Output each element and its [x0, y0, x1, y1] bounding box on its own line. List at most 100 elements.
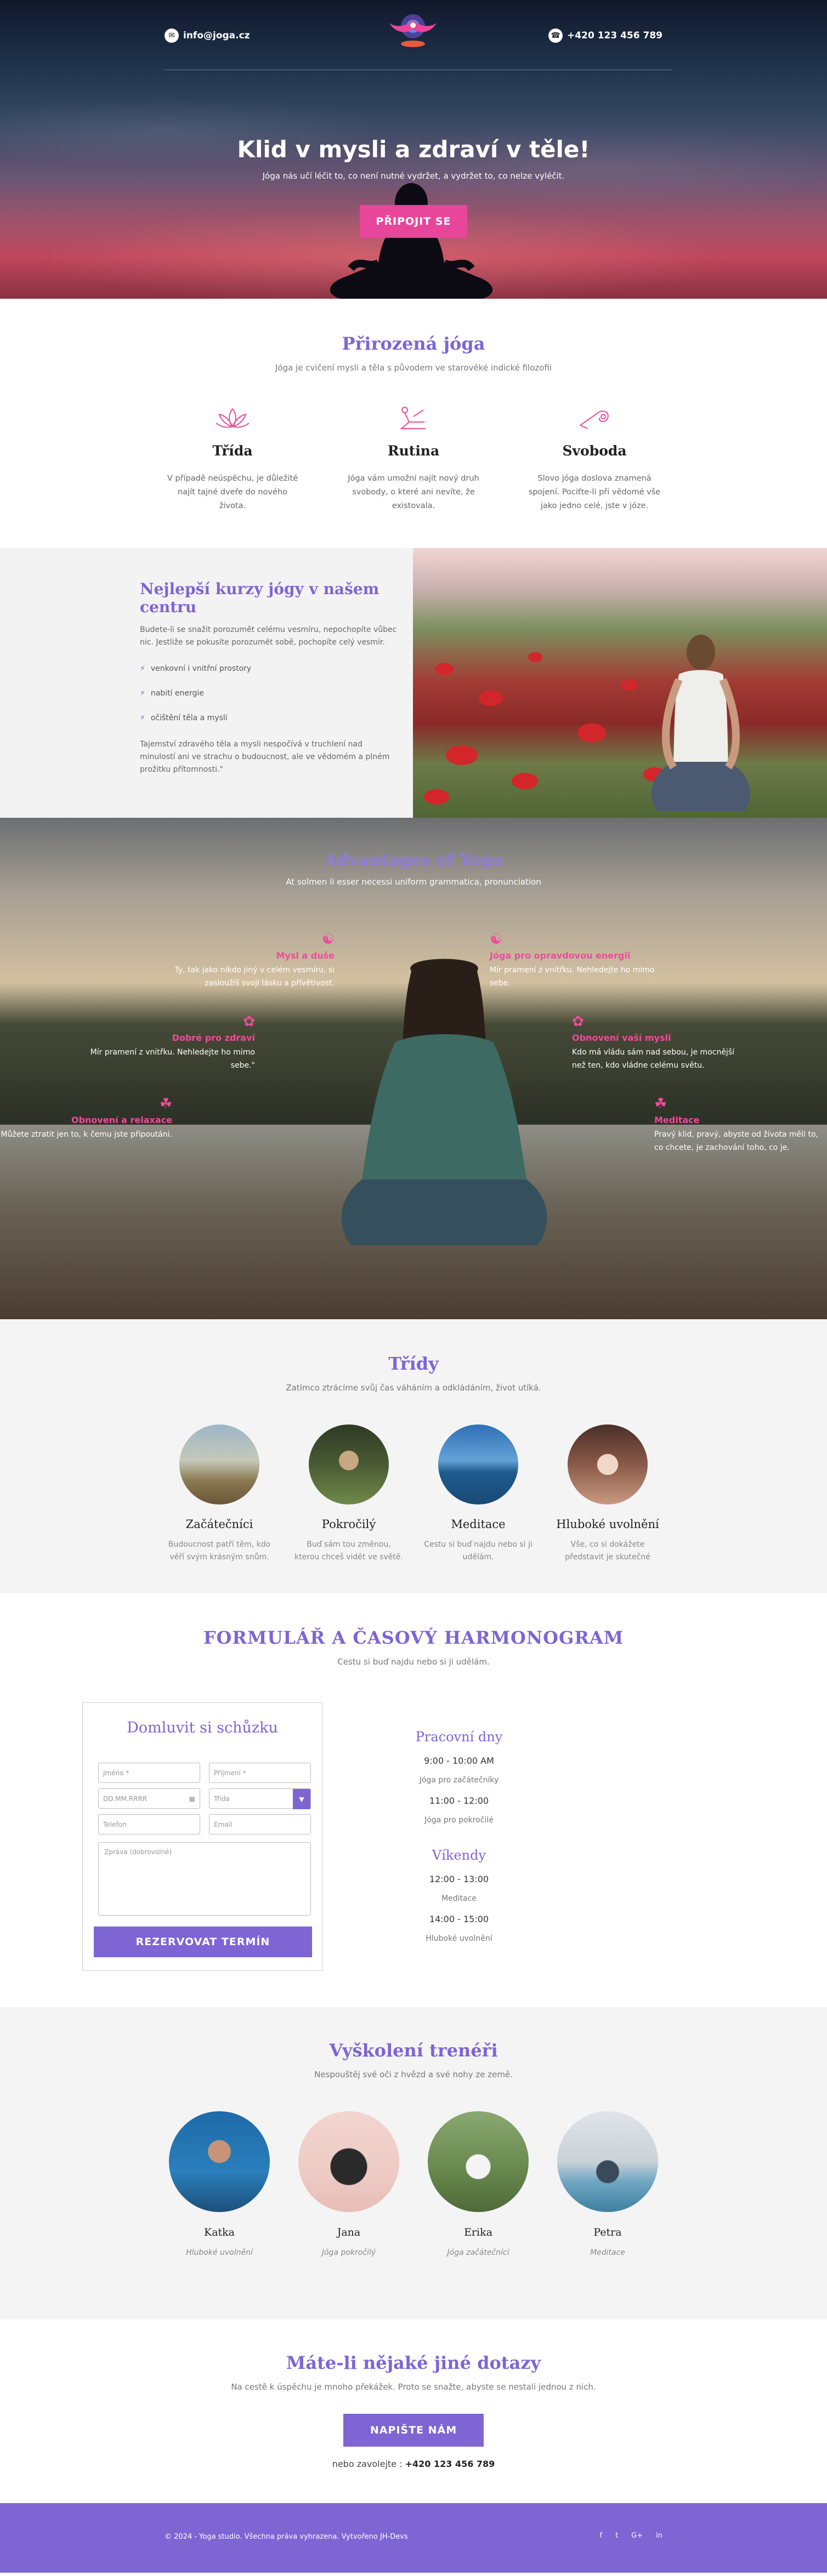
class-photo: [438, 1424, 518, 1504]
trainer-photo: [428, 2111, 529, 2212]
contact-section: Máte-li nějaké jiné dotazy Na cestě k ús…: [0, 2319, 827, 2503]
courses-title: Nejlepší kurzy jógy v našem centru: [140, 580, 379, 616]
trainer-role: Meditace: [590, 2248, 625, 2257]
email-icon: ✉: [165, 29, 179, 43]
advantages-title: Advantages of Yoga: [324, 851, 503, 870]
phone-input[interactable]: Telefon: [98, 1814, 200, 1834]
trainer-photo: [298, 2111, 399, 2212]
courses-intro: Budete-li se snažit porozumět celému ves…: [140, 625, 397, 647]
feature-title: Třída: [212, 443, 253, 459]
trainer-photo: [557, 2111, 658, 2212]
bolt-icon: ⚡: [140, 714, 145, 722]
calendar-icon[interactable]: ▦: [189, 1795, 195, 1803]
classes-subtitle: Zatímco ztrácíme svůj čas váháním a odkl…: [286, 1383, 541, 1393]
trainer-card[interactable]: Petra Meditace: [543, 2111, 672, 2257]
appointment-form: Domluvit si schůzku Jméno * Příjmení * D…: [82, 1702, 322, 1971]
social-links: f t G+ in: [599, 2532, 662, 2540]
list-item: ⚡ nabití energie: [140, 689, 204, 698]
advantage-item: ☯ Mysl a duše Ty, tak jako nikdo jiný v …: [159, 932, 335, 990]
natural-yoga-section: Přirozená jóga Jóga je cvičení mysli a t…: [0, 299, 827, 548]
trainer-role: Jóga pokročilý: [321, 2248, 376, 2257]
class-card[interactable]: Meditace Cestu si buď najdu nebo si ji u…: [414, 1424, 543, 1564]
class-photo: [568, 1424, 648, 1504]
advantage-item: ☘ Obnovení a relaxace Můžete ztratit jen…: [0, 1097, 172, 1141]
google-plus-icon[interactable]: G+: [631, 2532, 643, 2540]
twitter-icon[interactable]: t: [615, 2532, 618, 2540]
poppy-field-photo: [413, 548, 827, 818]
header-phone[interactable]: ☎ +420 123 456 789: [548, 29, 662, 43]
top-bar: ✉ info@joga.cz ☎ +420 123 456 789: [0, 0, 827, 70]
class-card[interactable]: Začátečníci Budoucnost patří těm, kdo vě…: [155, 1424, 284, 1564]
class-photo: [179, 1424, 259, 1504]
advantage-title: Mysl a duše: [276, 950, 335, 961]
class-photo: [309, 1424, 389, 1504]
email-text[interactable]: info@joga.cz: [183, 30, 250, 41]
class-text: Vše, co si dokážete představit je skuteč…: [565, 1540, 650, 1561]
natural-title: Přirozená jóga: [342, 333, 485, 354]
copyright: © 2024 - Yoga studio. Všechna práva vyhr…: [165, 2533, 408, 2541]
form-section-title: FORMULÁŘ A ČASOVÝ HARMONOGRAM: [203, 1627, 624, 1648]
classes-title: Třídy: [388, 1353, 439, 1374]
advantage-item: ☘ Meditace Pravý klid, pravý, abyste od …: [654, 1097, 819, 1154]
yoga-pose-icon: [400, 407, 426, 429]
classes-section: Třídy Zatímco ztrácíme svůj čas váháním …: [0, 1319, 827, 1593]
header-email[interactable]: ✉ info@joga.cz: [165, 29, 250, 43]
feature-item: Rutina Jóga vám umožní najít nový druh s…: [323, 404, 504, 513]
trainer-name: Jana: [337, 2226, 361, 2238]
date-input[interactable]: DD.MM.RRRR ▦: [98, 1788, 200, 1809]
advantage-text: Mír pramení z vnitřku. Nehledejte ho mim…: [90, 1048, 255, 1070]
class-card[interactable]: Hluboké uvolnění Vše, co si dokážete pře…: [543, 1424, 672, 1564]
advantage-item: ☯ Jóga pro opravdovou energii Mír pramen…: [490, 932, 665, 990]
meditating-woman: [341, 959, 547, 1245]
advantage-text: Pravý klid, pravý, abyste od života měli…: [654, 1130, 819, 1152]
feature-text: Slovo jóga doslova znamená spojení. Poci…: [528, 474, 661, 510]
join-button[interactable]: PŘIPOJIT SE: [360, 205, 467, 238]
chevron-down-icon[interactable]: ▼: [293, 1789, 310, 1809]
trainer-card[interactable]: Erika Jóga začátečníci: [414, 2111, 543, 2257]
advantage-text: Ty, tak jako nikdo jiný v celém vesmíru,…: [174, 966, 335, 988]
schedule-label: Hluboké uvolnění: [426, 1934, 492, 1943]
feature-item: Svoboda Slovo jóga doslova znamená spoje…: [504, 404, 685, 513]
hero: ✉ info@joga.cz ☎ +420 123 456 789 Klid v…: [0, 0, 827, 299]
advantage-title: Obnovení vaší mysli: [572, 1033, 671, 1043]
feature-title: Rutina: [387, 443, 440, 459]
last-name-input[interactable]: Příjmení *: [209, 1763, 311, 1783]
facebook-icon[interactable]: f: [599, 2532, 602, 2540]
lotus-icon: [216, 408, 250, 428]
contact-phone[interactable]: +420 123 456 789: [405, 2459, 495, 2469]
class-select[interactable]: Třída ▼: [209, 1788, 311, 1809]
trainer-name: Erika: [464, 2226, 492, 2238]
form-section: FORMULÁŘ A ČASOVÝ HARMONOGRAM Cestu si b…: [0, 1593, 827, 2007]
trainer-card[interactable]: Jana Jóga pokročilý: [284, 2111, 414, 2257]
feature-title: Svoboda: [562, 443, 627, 459]
email-input[interactable]: Email: [209, 1814, 311, 1834]
write-us-button[interactable]: NAPIŠTE NÁM: [343, 2414, 484, 2447]
advantages-subtitle: At solmen li esser necessi uniform gramm…: [286, 877, 541, 887]
first-name-input[interactable]: Jméno *: [98, 1763, 200, 1783]
phone-icon: ☎: [548, 29, 563, 43]
courses-section: Nejlepší kurzy jógy v našem centru Budet…: [0, 548, 827, 818]
linkedin-icon[interactable]: in: [656, 2532, 662, 2540]
submit-button[interactable]: REZERVOVAT TERMÍN: [94, 1927, 312, 1957]
phone-text[interactable]: +420 123 456 789: [567, 30, 662, 41]
logo[interactable]: [384, 11, 442, 55]
trainers-title: Vyškolení trenéři: [329, 2040, 498, 2061]
energy-icon: ☯: [490, 931, 503, 948]
footer: © 2024 - Yoga studio. Všechna práva vyhr…: [0, 2503, 827, 2573]
courses-text: Nejlepší kurzy jógy v našem centru Budet…: [0, 548, 413, 818]
call-line: nebo zavolejte : +420 123 456 789: [0, 2459, 827, 2469]
weekend-title: Víkendy: [432, 1848, 486, 1863]
advantage-text: Kdo má vládu sám nad sebou, je mocnější …: [572, 1048, 735, 1070]
mat-icon: [580, 411, 609, 429]
list-item: ⚡ venkovní i vnitřní prostory: [140, 664, 252, 673]
class-text: Buď sám tou změnou, kterou chceš vidět v…: [294, 1540, 403, 1561]
natural-subtitle: Jóga je cvičení mysli a těla s původem v…: [275, 363, 552, 373]
mind-renewal-icon: ✿: [572, 1013, 584, 1030]
hero-title: Klid v mysli a zdraví v těle!: [237, 136, 590, 163]
class-card[interactable]: Pokročilý Buď sám tou změnou, kterou chc…: [284, 1424, 414, 1564]
schedule-time: 11:00 - 12:00: [429, 1796, 489, 1806]
class-title: Meditace: [451, 1518, 506, 1531]
trainer-card[interactable]: Katka Hluboké uvolnění: [155, 2111, 284, 2257]
courses-list: ⚡ venkovní i vnitřní prostory ⚡ nabití ene…: [140, 664, 413, 722]
message-textarea[interactable]: Zpráva (dobrovolné): [98, 1842, 311, 1916]
